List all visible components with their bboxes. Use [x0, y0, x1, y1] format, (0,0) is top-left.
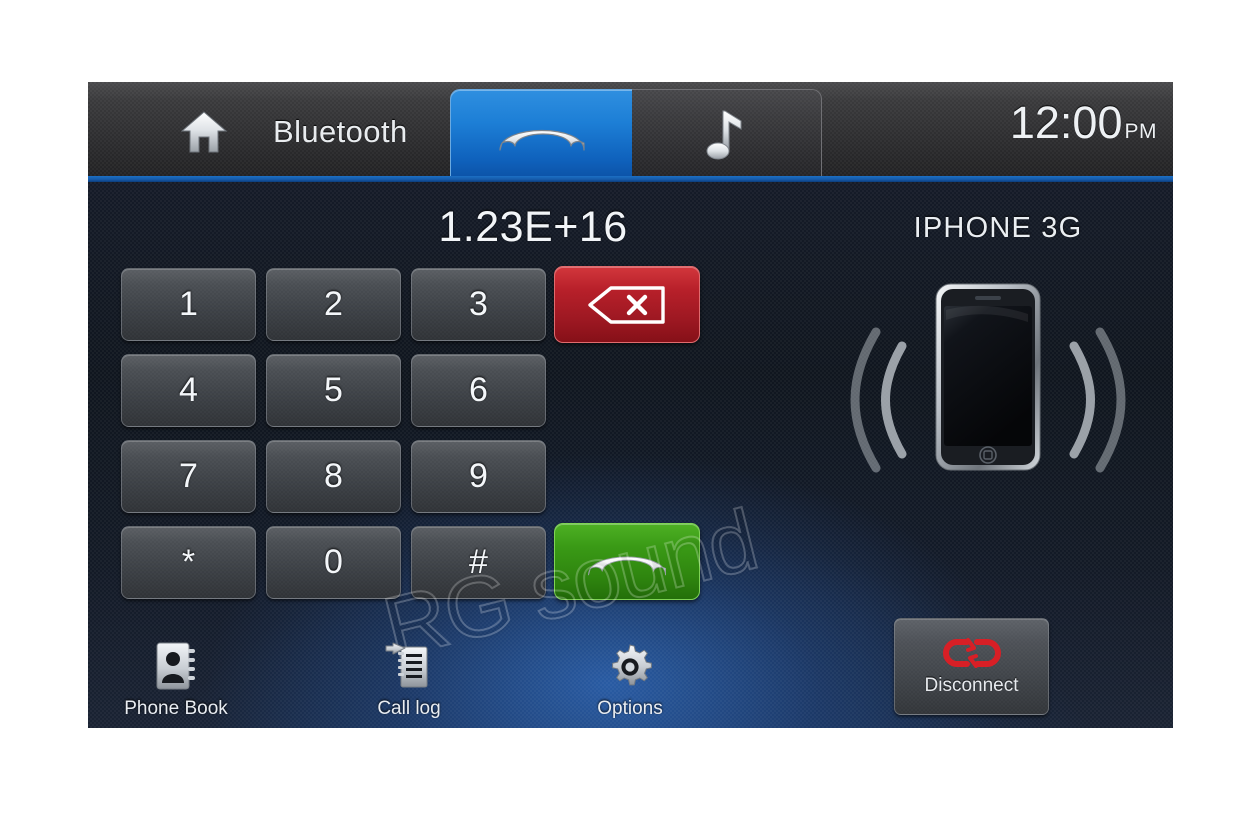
bottom-toolbar: Phone Book Call log Options: [88, 618, 1173, 728]
call-handset-icon: [588, 556, 666, 575]
toolbar-label: Call log: [377, 698, 441, 719]
tab-phone[interactable]: [450, 89, 632, 182]
key-3[interactable]: 3: [411, 268, 546, 341]
key-2[interactable]: 2: [266, 268, 401, 341]
music-note-icon: [706, 110, 741, 160]
address-book-icon: [156, 642, 195, 690]
bluetooth-sound-waves-left: [850, 327, 907, 473]
clock: 12:00 PM: [1010, 100, 1157, 162]
clock-time: 12:00: [1009, 97, 1123, 148]
call-button[interactable]: [554, 523, 700, 600]
toolbar-item-phone-book[interactable]: Phone Book: [88, 624, 266, 720]
connected-device-name: IPHONE 3G: [913, 211, 1083, 244]
key-label: 1: [179, 285, 198, 323]
key-label: 7: [179, 457, 198, 495]
toolbar-label: Options: [597, 698, 663, 719]
key-1[interactable]: 1: [121, 268, 256, 341]
phone-handset-icon: [498, 129, 585, 151]
key-9[interactable]: 9: [411, 440, 546, 513]
bluetooth-sound-waves-right: [1069, 327, 1126, 473]
broken-chain-link-icon: [942, 638, 1001, 668]
key-label: 5: [324, 371, 343, 409]
head-unit-screen: Bluetooth 12:00 PM 1.23E+16 IPHONE 3G 1 …: [88, 82, 1173, 728]
key-label: 4: [179, 371, 198, 409]
iphone-device-illustration: [818, 274, 1158, 524]
key-label: #: [469, 543, 488, 581]
key-8[interactable]: 8: [266, 440, 401, 513]
key-label: *: [181, 543, 196, 581]
key-label: 2: [324, 285, 343, 323]
page-title: Bluetooth: [273, 114, 408, 149]
key-7[interactable]: 7: [121, 440, 256, 513]
home-button[interactable]: [170, 102, 238, 162]
home-icon: [181, 111, 227, 153]
dialed-number-display: 1.23E+16: [438, 202, 628, 251]
toolbar-label: Phone Book: [124, 698, 228, 719]
backspace-delete-icon: [588, 285, 665, 324]
key-6[interactable]: 6: [411, 354, 546, 427]
call-log-list-icon: [385, 642, 428, 688]
key-hash[interactable]: #: [411, 526, 546, 599]
backspace-button[interactable]: [554, 266, 700, 343]
key-label: 6: [469, 371, 488, 409]
disconnect-label: Disconnect: [924, 675, 1019, 696]
clock-meridiem: PM: [1124, 120, 1157, 143]
key-label: 8: [324, 457, 343, 495]
top-bar: Bluetooth 12:00 PM: [88, 82, 1173, 182]
key-4[interactable]: 4: [121, 354, 256, 427]
toolbar-item-options[interactable]: Options: [540, 624, 720, 720]
key-label: 0: [324, 543, 343, 581]
tab-music[interactable]: [632, 89, 822, 182]
page-root: Bluetooth 12:00 PM 1.23E+16 IPHONE 3G 1 …: [0, 0, 1260, 840]
key-label: 9: [469, 457, 488, 495]
gear-icon: [612, 644, 652, 686]
tab-bar: [450, 89, 822, 182]
toolbar-item-call-log[interactable]: Call log: [319, 624, 499, 720]
main-content: 1.23E+16 IPHONE 3G 1 2 3 4 5 6 7 8 9 * 0…: [88, 182, 1173, 728]
key-0[interactable]: 0: [266, 526, 401, 599]
key-5[interactable]: 5: [266, 354, 401, 427]
phone-and-waves-graphic: [850, 283, 1126, 473]
key-label: 3: [469, 285, 488, 323]
key-star[interactable]: *: [121, 526, 256, 599]
